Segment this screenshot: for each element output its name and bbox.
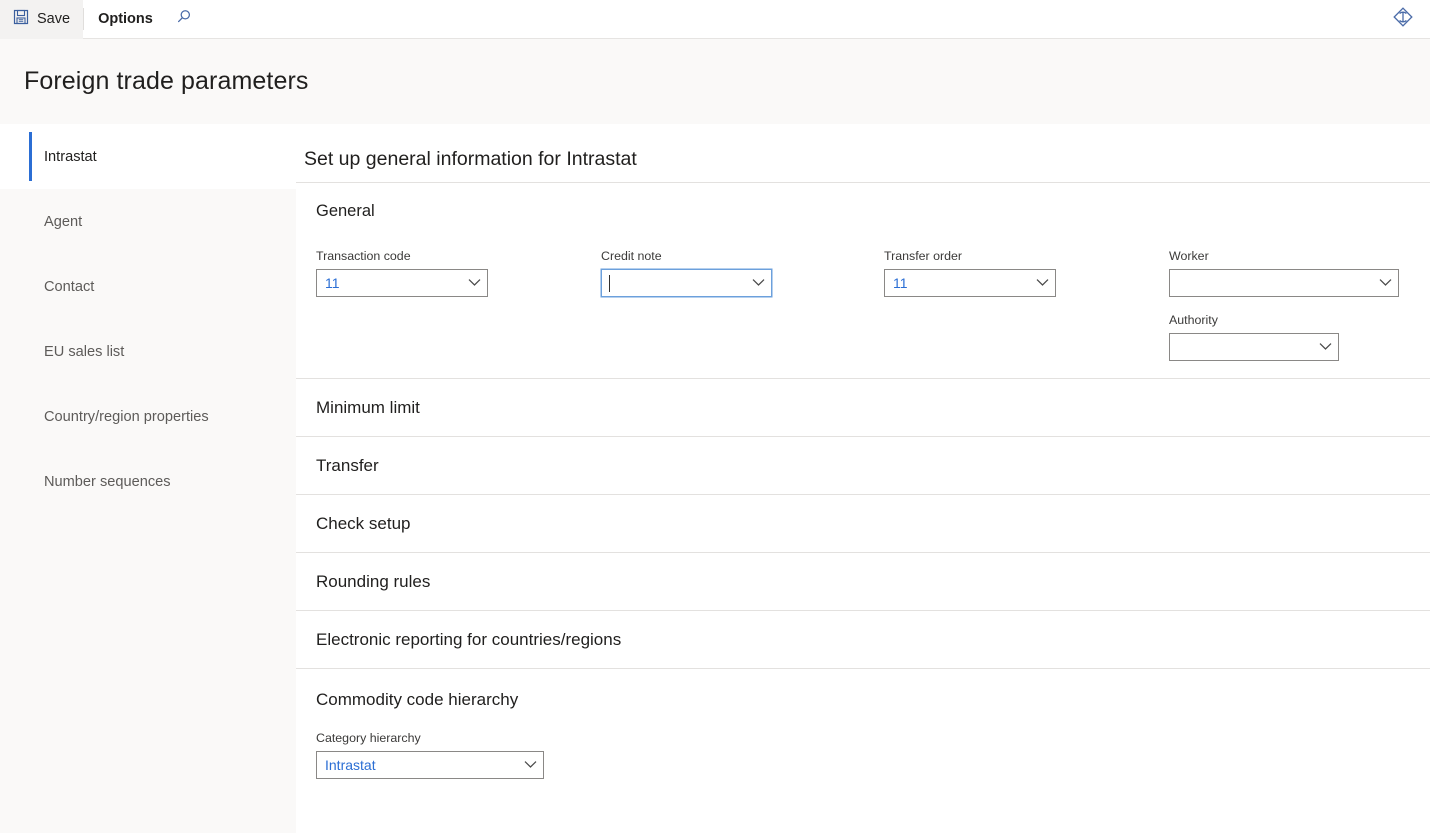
section-transfer-title: Transfer	[316, 455, 379, 475]
sidebar-item-label: EU sales list	[44, 343, 125, 360]
transaction-code-combobox[interactable]: 11	[316, 268, 488, 297]
worker-label: Worker	[1169, 248, 1209, 263]
field-column-1: Transaction code 11	[316, 248, 601, 360]
search-button[interactable]	[167, 0, 201, 39]
section-rounding-rules-title: Rounding rules	[316, 571, 431, 591]
category-hierarchy-combobox[interactable]: Intrastat	[316, 750, 544, 779]
field-transaction-code: Transaction code 11	[316, 248, 601, 297]
field-column-4: Worker Authority	[1169, 248, 1429, 361]
save-button-label: Save	[37, 11, 71, 27]
save-floppy-icon	[13, 9, 29, 29]
options-button-label: Options	[98, 11, 153, 27]
section-commodity-title[interactable]: Commodity code hierarchy	[316, 691, 1430, 708]
general-field-grid: Transaction code 11 Credit note Transfer…	[316, 248, 1430, 361]
field-column-2: Credit note	[601, 248, 884, 360]
credit-note-label: Credit note	[601, 248, 662, 263]
sidebar-item-label: Agent	[44, 213, 83, 230]
credit-note-combobox[interactable]	[601, 268, 772, 297]
content-header: Set up general information for Intrastat	[296, 124, 1430, 182]
field-authority: Authority	[1169, 312, 1429, 361]
sidebar-item-intrastat[interactable]: Intrastat	[0, 124, 296, 189]
authority-label: Authority	[1169, 312, 1218, 327]
section-rounding-rules[interactable]: Rounding rules	[296, 551, 1430, 610]
section-electronic-reporting-title: Electronic reporting for countries/regio…	[316, 629, 622, 649]
page-title: Foreign trade parameters	[24, 67, 309, 95]
authority-combobox[interactable]	[1169, 332, 1339, 361]
section-minimum-limit[interactable]: Minimum limit	[296, 377, 1430, 436]
section-check-setup[interactable]: Check setup	[296, 493, 1430, 552]
sidebar: Intrastat Agent Contact EU sales list Co…	[0, 124, 296, 833]
search-icon	[175, 8, 193, 31]
sidebar-item-agent[interactable]: Agent	[0, 189, 296, 254]
sidebar-item-contact[interactable]: Contact	[0, 254, 296, 319]
section-commodity-code-hierarchy: Commodity code hierarchy Category hierar…	[296, 667, 1430, 809]
chevron-down-icon[interactable]	[517, 760, 543, 769]
section-general: General Transaction code 11 Credit note …	[296, 182, 1430, 378]
section-transfer[interactable]: Transfer	[296, 435, 1430, 494]
command-toolbar: Save Options	[0, 0, 1430, 39]
chevron-down-icon[interactable]	[461, 278, 487, 287]
category-hierarchy-label: Category hierarchy	[316, 730, 421, 745]
toolbar-right-group	[1386, 0, 1420, 39]
sidebar-item-label: Number sequences	[44, 473, 171, 490]
text-cursor	[609, 274, 610, 292]
transfer-order-combobox[interactable]: 11	[884, 268, 1056, 297]
section-electronic-reporting[interactable]: Electronic reporting for countries/regio…	[296, 609, 1430, 668]
chevron-down-icon[interactable]	[1372, 278, 1398, 287]
diamond-button[interactable]	[1386, 3, 1420, 37]
field-column-3: Transfer order 11	[884, 248, 1169, 360]
diamond-icon	[1392, 6, 1414, 33]
transaction-code-value: 11	[325, 274, 340, 291]
toolbar-left-group: Save Options	[0, 0, 201, 39]
transfer-order-label: Transfer order	[884, 248, 963, 263]
section-general-title[interactable]: General	[316, 203, 1430, 226]
worker-combobox[interactable]	[1169, 268, 1399, 297]
options-button[interactable]: Options	[84, 0, 167, 39]
chevron-down-icon[interactable]	[1312, 342, 1338, 351]
sidebar-item-eu-sales-list[interactable]: EU sales list	[0, 319, 296, 384]
sidebar-item-country-region-properties[interactable]: Country/region properties	[0, 384, 296, 449]
sidebar-item-label: Contact	[44, 278, 95, 295]
sidebar-item-label: Intrastat	[44, 148, 97, 165]
field-worker: Worker	[1169, 248, 1429, 297]
category-hierarchy-value: Intrastat	[325, 756, 376, 773]
section-check-setup-title: Check setup	[316, 513, 411, 533]
content-heading: Set up general information for Intrastat	[304, 148, 637, 170]
field-credit-note: Credit note	[601, 248, 884, 297]
transfer-order-value: 11	[893, 274, 908, 291]
field-category-hierarchy: Category hierarchy Intrastat	[316, 730, 1430, 809]
field-transfer-order: Transfer order 11	[884, 248, 1169, 297]
sidebar-item-label: Country/region properties	[44, 408, 209, 425]
save-button[interactable]: Save	[0, 0, 84, 39]
chevron-down-icon[interactable]	[745, 278, 771, 287]
page-body: Intrastat Agent Contact EU sales list Co…	[0, 124, 1430, 833]
sidebar-item-number-sequences[interactable]: Number sequences	[0, 449, 296, 514]
content-pane: Set up general information for Intrastat…	[296, 124, 1430, 833]
chevron-down-icon[interactable]	[1029, 278, 1055, 287]
page-header: Foreign trade parameters	[0, 39, 1430, 124]
section-minimum-limit-title: Minimum limit	[316, 397, 420, 417]
transaction-code-label: Transaction code	[316, 248, 411, 263]
